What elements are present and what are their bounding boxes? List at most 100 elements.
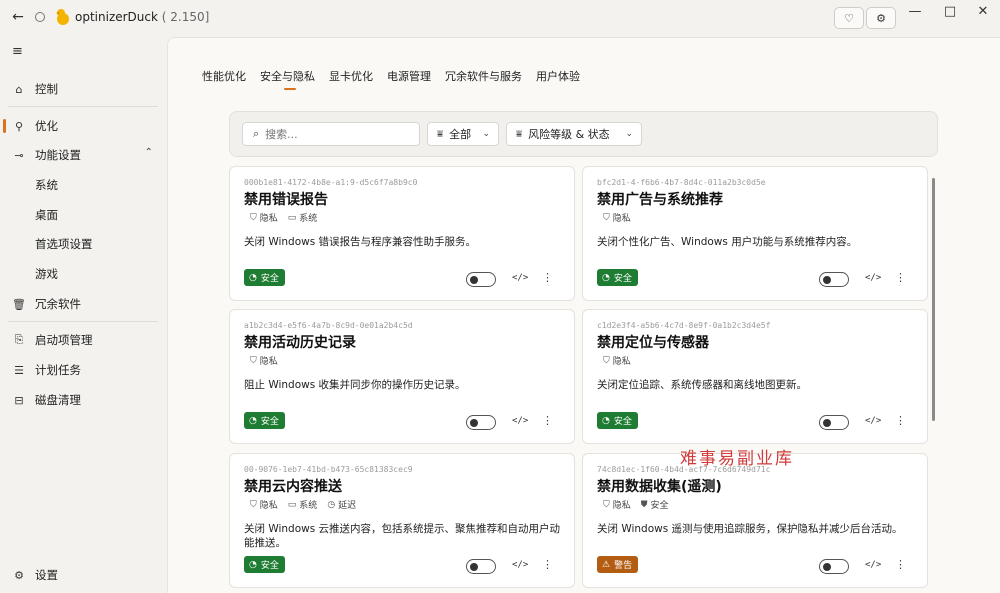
tweak-description: 关闭 Windows 云推送内容，包括系统提示、聚焦推荐和自动用户动能推送。 <box>244 523 561 549</box>
tweak-description: 关闭 Windows 错误报告与程序兼容性助手服务。 <box>244 236 477 248</box>
tweak-toggle[interactable] <box>466 415 496 430</box>
sidebar-item-optimize[interactable]: ⚲ 优化 <box>0 115 165 137</box>
title-bar: ← optinizerDuck ( 2.150] ♡ ⚙ — □ ✕ <box>0 0 1000 36</box>
warning-icon: ⚠ <box>602 559 611 570</box>
sidebar-item-desktop[interactable]: 桌面 <box>0 204 165 226</box>
filter-bar: ⌕ ⩸ 全部 ⌄ ⩸ 风险等级 & 状态 ⌄ <box>229 111 938 157</box>
tweak-tags: ⛉ 隐私 <box>603 211 631 225</box>
more-options-icon[interactable]: ⋮ <box>895 558 906 571</box>
status-badge-label: 安全 <box>260 274 279 284</box>
debug-button[interactable]: ⚙ <box>866 7 896 29</box>
sidebar-item-control[interactable]: ⌂ 控制 <box>0 78 165 100</box>
sidebar-item-features[interactable]: ⊸ 功能设置 ⌃ <box>0 144 165 166</box>
more-options-icon[interactable]: ⋮ <box>542 558 553 571</box>
sidebar-item-label: 设置 <box>35 568 58 582</box>
more-options-icon[interactable]: ⋮ <box>542 414 553 427</box>
sidebar-item-games[interactable]: 游戏 <box>0 263 165 285</box>
filter-icon: ⩸ <box>437 128 444 140</box>
tab-user-experience[interactable]: 用户体验 <box>536 68 580 90</box>
sidebar-item-preferences[interactable]: 首选项设置 <box>0 233 165 255</box>
toggle-knob <box>823 418 831 427</box>
sidebar-item-tasks[interactable]: ☰ 计划任务 <box>0 359 165 381</box>
code-icon[interactable]: </> <box>512 416 528 426</box>
risk-status-dropdown[interactable]: ⩸ 风险等级 & 状态 ⌄ <box>506 122 642 146</box>
tweak-toggle[interactable] <box>466 559 496 574</box>
toggle-knob <box>470 562 478 571</box>
sidebar-item-system[interactable]: 系统 <box>0 174 165 196</box>
category-dropdown[interactable]: ⩸ 全部 ⌄ <box>427 122 499 146</box>
code-icon[interactable]: </> <box>512 273 528 283</box>
privacy-icon: ⛉ <box>603 212 610 223</box>
search-input[interactable] <box>265 127 406 141</box>
tag-label: 隐私 <box>259 357 278 367</box>
code-icon[interactable]: </> <box>512 560 528 570</box>
code-icon[interactable]: </> <box>865 416 881 426</box>
filter-icon: ⩸ <box>516 128 523 140</box>
tweak-description: 关闭定位追踪、系统传感器和离线地图更新。 <box>597 379 807 391</box>
tag: ⛉ 隐私 <box>250 211 278 225</box>
tab-performance[interactable]: 性能优化 <box>202 68 246 90</box>
shield-check-icon: ◔ <box>602 272 610 283</box>
status-badge: ◔ 安全 <box>597 269 638 286</box>
status-badge: ◔ 安全 <box>244 412 285 429</box>
tab-security-privacy[interactable]: 安全与隐私 <box>260 68 315 90</box>
sidebar-divider <box>8 106 158 107</box>
sidebar-item-disk-cleanup[interactable]: ⊟ 磁盘清理 <box>0 389 165 411</box>
list-icon: ☰ <box>14 363 24 377</box>
tweak-toggle[interactable] <box>819 415 849 430</box>
tag-label: 隐私 <box>612 501 631 511</box>
tab-power[interactable]: 电源管理 <box>387 68 431 90</box>
search-icon: ⌕ <box>253 127 260 140</box>
menu-icon[interactable]: ≡ <box>12 44 23 59</box>
scrollbar[interactable] <box>932 178 935 421</box>
tab-bloatware-services[interactable]: 冗余软件与服务 <box>445 68 522 90</box>
status-badge-label: 警告 <box>614 561 633 571</box>
back-arrow-icon[interactable]: ← <box>10 9 26 25</box>
more-options-icon[interactable]: ⋮ <box>895 271 906 284</box>
disk-icon: ⊟ <box>14 393 24 407</box>
duck-logo-icon <box>56 9 69 25</box>
code-icon[interactable]: </> <box>865 273 881 283</box>
tweak-id: c1d2e3f4-a5b6-4c7d-8e9f-0a1b2c3d4e5f <box>597 321 771 330</box>
tweak-title: 禁用广告与系统推荐 <box>597 192 723 208</box>
privacy-icon: ⛉ <box>250 355 257 366</box>
tweak-id: 000b1e81-4172-4b8e-a1:9-d5c6f7a8b9c0 <box>244 178 418 187</box>
more-options-icon[interactable]: ⋮ <box>895 414 906 427</box>
sidebar-item-label: 游戏 <box>35 267 58 281</box>
tweak-card: a1b2c3d4-e5f6-4a7b-8c9d-0e01a2b4c5d 禁用活动… <box>229 309 575 444</box>
toggle-icon: ⊸ <box>14 148 24 162</box>
category-tabs: 性能优化 安全与隐私 显卡优化 电源管理 冗余软件与服务 用户体验 <box>202 68 580 90</box>
tag-label: 延迟 <box>338 501 357 511</box>
more-options-icon[interactable]: ⋮ <box>542 271 553 284</box>
tweak-card: c1d2e3f4-a5b6-4c7d-8e9f-0a1b2c3d4e5f 禁用定… <box>582 309 928 444</box>
chevron-up-icon[interactable]: ⌃ <box>145 147 153 158</box>
toggle-knob <box>470 418 478 427</box>
status-badge: ◔ 安全 <box>244 269 285 286</box>
sidebar-divider <box>8 321 158 322</box>
tweak-title: 禁用数据收集(遥测) <box>597 479 722 495</box>
tweak-description: 阻止 Windows 收集并同步你的操作历史记录。 <box>244 379 466 391</box>
sidebar-item-startup[interactable]: ⎘ 启动项管理 <box>0 329 165 351</box>
sidebar-item-settings[interactable]: ⚙ 设置 <box>0 564 165 586</box>
tweak-toggle[interactable] <box>466 272 496 287</box>
tab-gpu[interactable]: 显卡优化 <box>329 68 373 90</box>
shield-check-icon: ◔ <box>249 559 257 570</box>
shield-icon: ⛊ <box>640 499 648 510</box>
close-button[interactable]: ✕ <box>970 2 996 22</box>
tweak-card: bfc2d1-4-f6b6-4b7-8d4c-011a2b3c0d5e 禁用广告… <box>582 166 928 301</box>
status-badge-label: 安全 <box>613 417 632 427</box>
minimize-button[interactable]: — <box>902 2 928 22</box>
monitor-icon: ▭ <box>287 212 297 223</box>
tag: ▭ 系统 <box>287 211 318 225</box>
sidebar-item-label: 首选项设置 <box>35 237 93 251</box>
search-box[interactable]: ⌕ <box>242 122 420 146</box>
clock-icon: ◷ <box>327 499 336 510</box>
tweak-toggle[interactable] <box>819 559 849 574</box>
tag: ◷ 延迟 <box>327 498 357 512</box>
code-icon[interactable]: </> <box>865 560 881 570</box>
tag: ⛉ 隐私 <box>250 354 278 368</box>
maximize-button[interactable]: □ <box>937 2 963 22</box>
tweak-toggle[interactable] <box>819 272 849 287</box>
sidebar-item-bloatware[interactable]: 🗑 冗余软件 <box>0 293 165 315</box>
favorite-button[interactable]: ♡ <box>834 7 864 29</box>
